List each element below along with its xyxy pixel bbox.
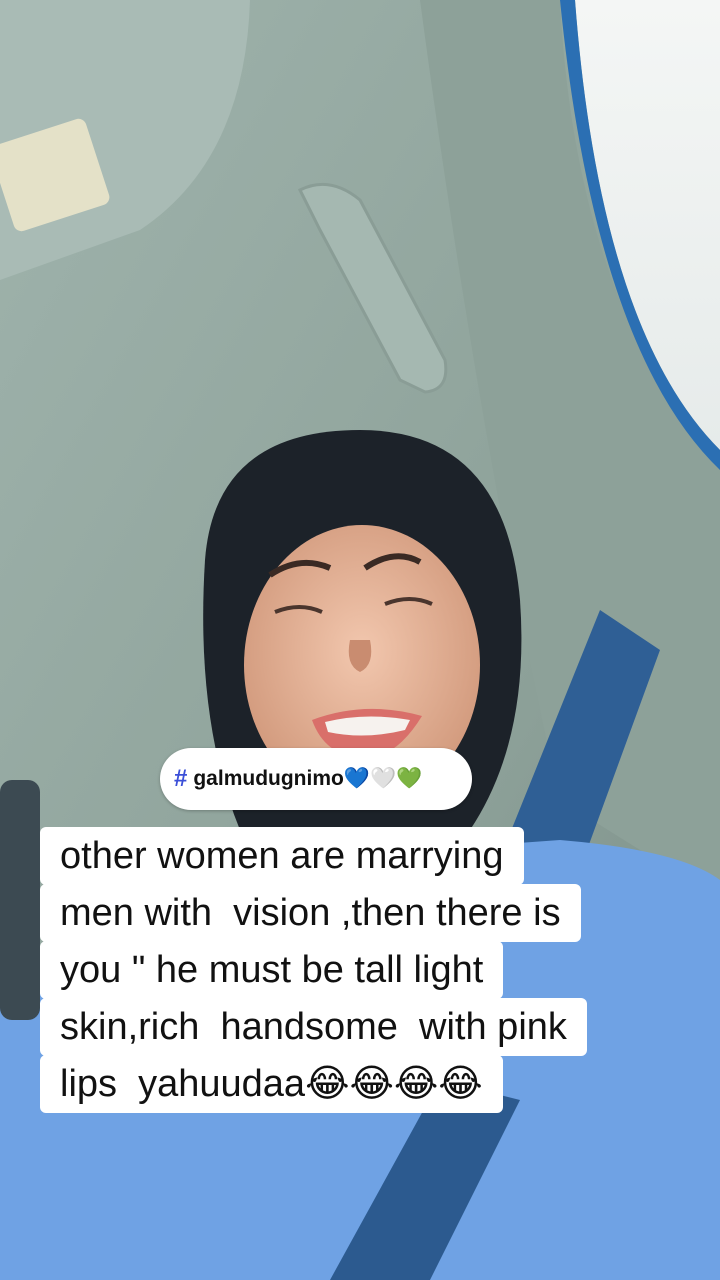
caption-line: men with vision ,then there is <box>40 884 581 942</box>
rear-seat <box>0 780 40 1020</box>
hash-icon: # <box>174 765 188 792</box>
hashtag-chip[interactable]: # galmudugnimo💙🤍💚 <box>160 748 472 810</box>
caption-box: other women are marrying men with vision… <box>40 827 587 1113</box>
hashtag-text: galmudugnimo💙🤍💚 <box>193 767 423 790</box>
caption-line: lips yahuudaa😂😂😂😂 <box>40 1055 503 1113</box>
caption-line: other women are marrying <box>40 827 524 885</box>
caption-line: skin,rich handsome with pink <box>40 998 587 1056</box>
caption-line: you " he must be tall light <box>40 941 504 999</box>
